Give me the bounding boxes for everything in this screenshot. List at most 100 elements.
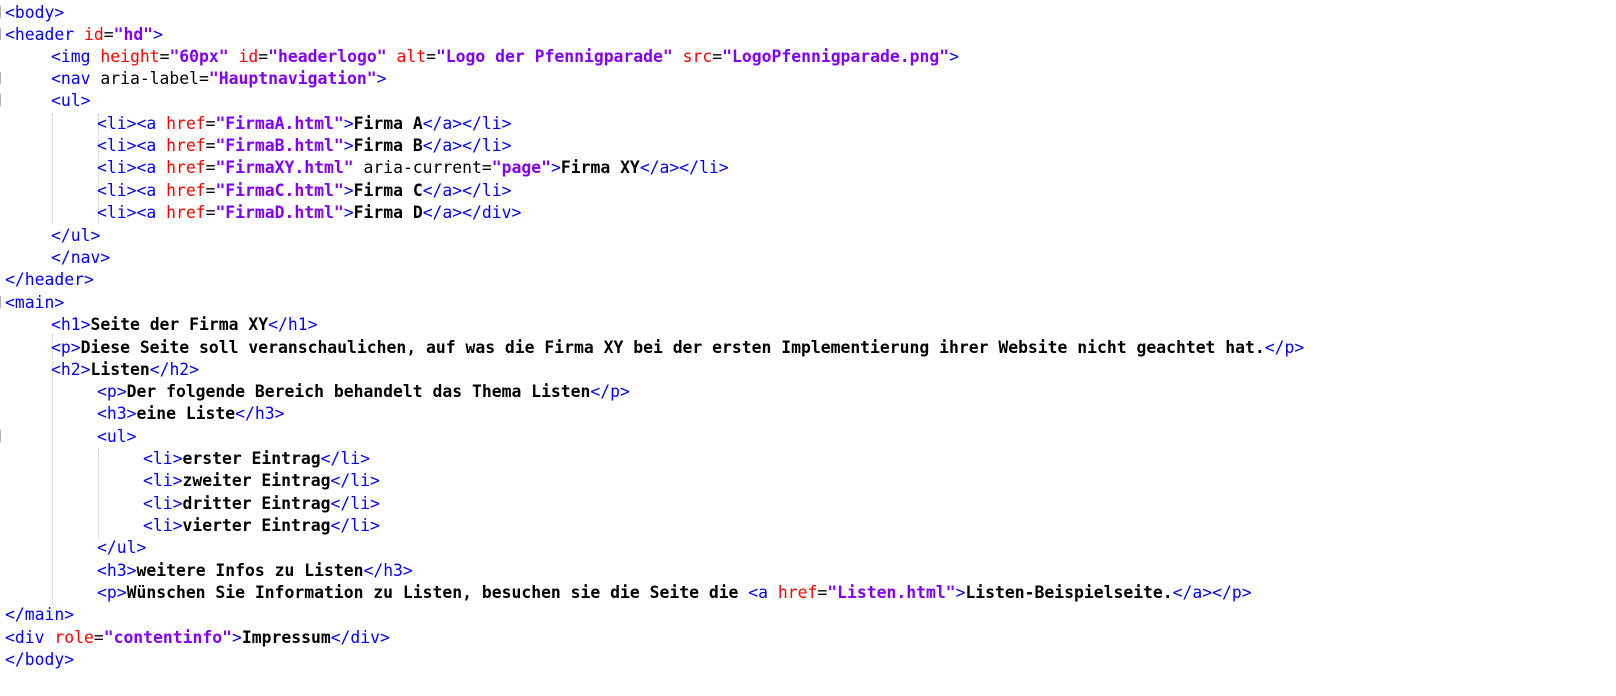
indent-guide bbox=[98, 448, 99, 538]
tag-token: <header bbox=[5, 25, 84, 44]
attribute-name-token: id bbox=[83, 25, 104, 44]
code-line-content: <p>Diese Seite soll veranschaulichen, au… bbox=[51, 336, 1304, 359]
code-line-content: <main> bbox=[5, 291, 64, 314]
tag-token: </a></li> bbox=[422, 136, 512, 155]
tag-token: </li> bbox=[330, 471, 380, 490]
tag-token: </a></p> bbox=[1172, 583, 1252, 602]
code-line-content: <h3>eine Liste</h3> bbox=[97, 402, 285, 425]
fold-marker[interactable] bbox=[0, 430, 4, 442]
tag-token: </li> bbox=[330, 494, 380, 513]
fold-marker[interactable] bbox=[0, 296, 4, 308]
code-line-content: <p>Wünschen Sie Information zu Listen, b… bbox=[97, 581, 1252, 604]
code-line: <li><a href="FirmaB.html">Firma B</a></l… bbox=[0, 134, 512, 157]
equals-token: = bbox=[205, 114, 216, 133]
code-line: <li>zweiter Eintrag</li> bbox=[0, 469, 380, 492]
tag-token: </h3> bbox=[363, 561, 413, 580]
tag-token: <nav bbox=[51, 69, 101, 88]
code-line-content: <li>dritter Eintrag</li> bbox=[143, 492, 380, 515]
equals-token: = bbox=[103, 25, 114, 44]
code-line-content: <body> bbox=[5, 1, 64, 24]
code-line-content: <li><a href="FirmaD.html">Firma D</a></d… bbox=[97, 201, 521, 224]
code-line: <body> bbox=[0, 1, 64, 24]
code-line: </ul> bbox=[0, 536, 146, 559]
code-line: <p>Wünschen Sie Information zu Listen, b… bbox=[0, 581, 1252, 604]
code-line-content: <li>erster Eintrag</li> bbox=[143, 447, 370, 470]
tag-token: > bbox=[550, 158, 561, 177]
text-content-token: erster Eintrag bbox=[182, 449, 321, 468]
code-editor[interactable]: <body> <header id="hd"> <img height="60p… bbox=[0, 0, 1616, 696]
code-line: </nav> bbox=[0, 246, 110, 269]
tag-token: </h1> bbox=[268, 315, 318, 334]
tag-token: </a></li> bbox=[422, 114, 512, 133]
tag-token: <main> bbox=[5, 293, 65, 312]
tag-token: <p> bbox=[97, 382, 127, 401]
tag-token: <h2> bbox=[51, 360, 91, 379]
code-line: <img height="60px" id="headerlogo" alt="… bbox=[0, 45, 959, 68]
code-line-content: </nav> bbox=[51, 246, 110, 269]
text-content-token: Listen bbox=[90, 360, 150, 379]
code-line: <li><a href="FirmaA.html">Firma A</a></l… bbox=[0, 112, 512, 135]
code-line: <li>erster Eintrag</li> bbox=[0, 447, 370, 470]
fold-marker[interactable] bbox=[0, 94, 4, 106]
code-line-content: <li>zweiter Eintrag</li> bbox=[143, 469, 380, 492]
tag-token: </h2> bbox=[149, 360, 200, 379]
text-content-token: vierter Eintrag bbox=[182, 516, 331, 535]
code-line: <nav aria-label="Hauptnavigation"> bbox=[0, 67, 387, 90]
fold-marker[interactable] bbox=[0, 6, 4, 18]
tag-token: </a></div> bbox=[422, 203, 522, 222]
text-content-token: Firma D bbox=[353, 203, 423, 222]
attribute-value-token: "hd" bbox=[113, 25, 154, 44]
tag-token: <h3> bbox=[97, 561, 137, 580]
fold-marker[interactable] bbox=[0, 28, 4, 40]
code-line: <li>vierter Eintrag</li> bbox=[0, 514, 380, 537]
code-line: <li><a href="FirmaXY.html" aria-current=… bbox=[0, 156, 729, 179]
attribute-value-token: "Logo der Pfennigparade" bbox=[435, 47, 673, 66]
tag-token: <p> bbox=[97, 583, 127, 602]
attribute-value-token: "FirmaC.html" bbox=[215, 181, 344, 200]
tag-token: > bbox=[232, 628, 242, 647]
tag-token: > bbox=[343, 114, 354, 133]
tag-token: </header> bbox=[5, 270, 94, 289]
tag-token: </div> bbox=[330, 628, 390, 647]
equals-token: = bbox=[258, 47, 269, 66]
attribute-name-token: href bbox=[166, 114, 206, 133]
attribute-name-token: height bbox=[100, 47, 160, 66]
code-line: <h2>Listen</h2> bbox=[0, 358, 199, 381]
code-line: <h3>weitere Infos zu Listen</h3> bbox=[0, 559, 413, 582]
tag-token: <li> bbox=[143, 449, 183, 468]
fold-marker[interactable] bbox=[0, 72, 4, 84]
text-content-token: Seite der Firma XY bbox=[90, 315, 269, 334]
code-line: </main> bbox=[0, 603, 74, 626]
code-line-content: <h1>Seite der Firma XY</h1> bbox=[51, 313, 317, 336]
tag-token: <li><a bbox=[97, 158, 167, 177]
equals-token: = bbox=[817, 583, 828, 602]
code-line: <li><a href="FirmaD.html">Firma D</a></d… bbox=[0, 201, 521, 224]
attribute-name-token: href bbox=[777, 583, 818, 602]
aria-attribute-token: aria-current bbox=[363, 158, 482, 177]
text-content-token: Firma B bbox=[353, 136, 423, 155]
attribute-name-token: href bbox=[166, 158, 206, 177]
code-line: <header id="hd"> bbox=[0, 23, 163, 46]
tag-token: </p> bbox=[590, 382, 630, 401]
code-line-content: <li><a href="FirmaA.html">Firma A</a></l… bbox=[97, 112, 512, 135]
code-line-content: <header id="hd"> bbox=[5, 23, 163, 46]
tag-token: > bbox=[343, 136, 354, 155]
code-line-content: <li><a href="FirmaC.html">Firma C</a></l… bbox=[97, 179, 512, 202]
code-line-content: <h3>weitere Infos zu Listen</h3> bbox=[97, 559, 413, 582]
tag-token: </p> bbox=[1264, 338, 1305, 357]
code-line-content: <ul> bbox=[97, 425, 136, 448]
tag-token: </li> bbox=[320, 449, 370, 468]
attribute-value-token: "contentinfo" bbox=[103, 628, 232, 647]
text-content-token: Der folgende Bereich behandelt das Thema… bbox=[126, 382, 591, 401]
attribute-value-token: "headerlogo" bbox=[268, 47, 387, 66]
attribute-name-token: href bbox=[166, 203, 206, 222]
text-content-token: zweiter Eintrag bbox=[182, 471, 331, 490]
attribute-name-token: href bbox=[166, 181, 206, 200]
code-line-content: </ul> bbox=[51, 224, 100, 247]
tag-token: <li> bbox=[143, 494, 183, 513]
code-line-content: </ul> bbox=[97, 536, 146, 559]
tag-token: <li><a bbox=[97, 181, 167, 200]
tag-token: > bbox=[376, 69, 387, 88]
equals-token: = bbox=[205, 136, 216, 155]
code-line: <h1>Seite der Firma XY</h1> bbox=[0, 313, 317, 336]
